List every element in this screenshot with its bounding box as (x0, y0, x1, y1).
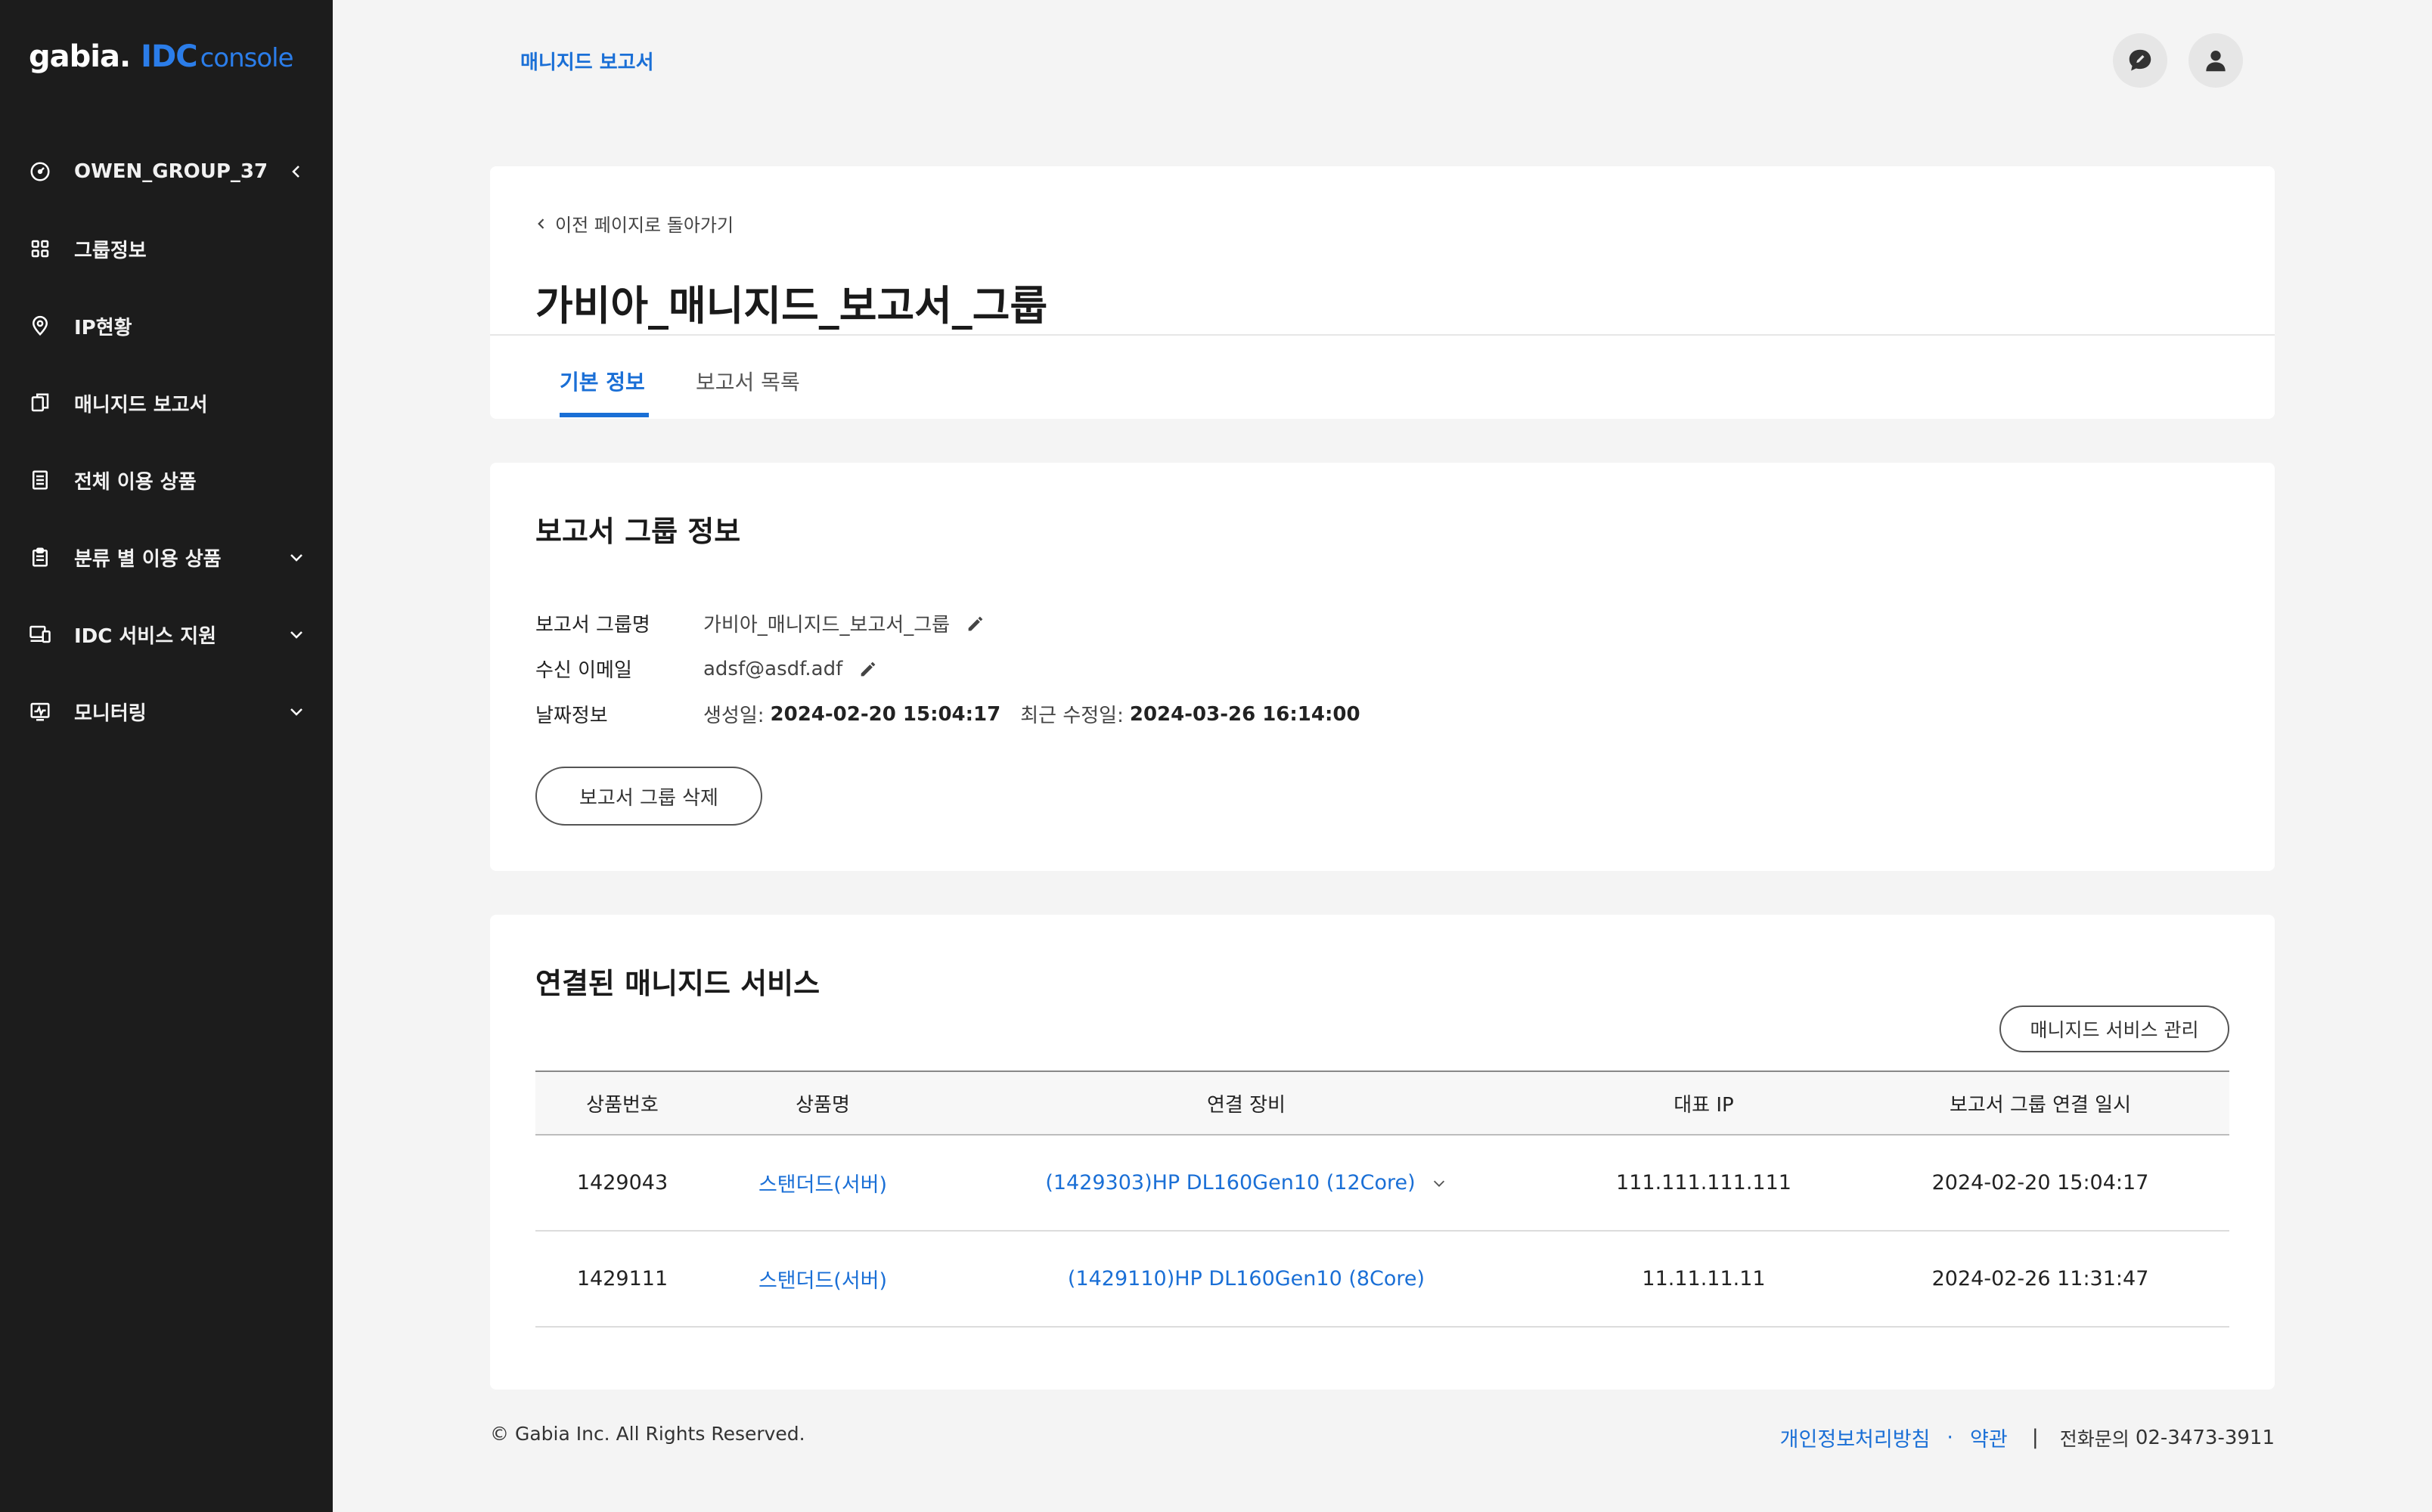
representative-ip: 111.111.111.111 (1616, 1171, 1791, 1194)
group-name-row: 보고서 그룹명 가비아_매니지드_보고서_그룹 (535, 609, 986, 637)
sidebar-item-ip-status[interactable]: IP현황 (0, 287, 333, 364)
tab-report-list[interactable]: 보고서 목록 (696, 366, 800, 396)
modified-label: 최근 수정일: (1020, 705, 1124, 727)
logo-brand: gabia. (29, 39, 131, 74)
email-row: 수신 이메일 adsf@asdf.adf (535, 655, 879, 683)
column-header: 보고서 그룹 연결 일시 (1949, 1093, 2132, 1117)
copyright: © Gabia Inc. All Rights Reserved. (490, 1423, 805, 1445)
table-row: 1429111 스탠더드(서버) (1429110)HP DL160Gen10 … (535, 1232, 2229, 1328)
topbar-title[interactable]: 매니지드 보고서 (520, 47, 654, 75)
sidebar-item-monitoring[interactable]: 모니터링 (0, 673, 333, 750)
page-title: 가비아_매니지드_보고서_그룹 (535, 282, 1048, 330)
phone-label: 전화문의 (2059, 1427, 2130, 1450)
services-table: 상품번호 상품명 연결 장비 대표 IP 보고서 그룹 연결 일시 142904… (535, 1070, 2229, 1328)
group-name-value: 가비아_매니지드_보고서_그룹 (703, 614, 951, 637)
logo-idc: IDC (141, 39, 197, 74)
chat-edit-icon (2129, 49, 2151, 71)
sidebar-item-all-products[interactable]: 전체 이용 상품 (0, 442, 333, 519)
created-value: 2024-02-20 15:04:17 (770, 702, 1001, 726)
chevron-down-icon[interactable] (287, 625, 306, 643)
grid-icon (29, 237, 51, 260)
device-link[interactable]: (1429110)HP DL160Gen10 (8Core) (1068, 1267, 1425, 1290)
dashboard-gauge-icon (29, 160, 51, 183)
list-document-icon (29, 469, 51, 491)
clipboard-icon (29, 546, 51, 569)
sidebar-item-label: 그룹정보 (74, 239, 147, 262)
phone-number: 02-3473-3911 (2135, 1426, 2275, 1449)
email-label: 수신 이메일 (535, 659, 632, 682)
sidebar-item-category-products[interactable]: 분류 별 이용 상품 (0, 519, 333, 596)
chevron-down-icon[interactable] (287, 548, 306, 566)
section-heading: 연결된 매니지드 서비스 (535, 967, 820, 1000)
tab-basic-info[interactable]: 기본 정보 (560, 366, 645, 396)
product-number: 1429111 (576, 1267, 668, 1290)
sidebar-item-label: 모니터링 (74, 702, 147, 725)
logo-console: console (200, 43, 294, 73)
sidebar-item-label: 매니지드 보고서 (74, 393, 208, 417)
column-header: 연결 장비 (1207, 1093, 1286, 1117)
sidebar-item-label: IDC 서비스 지원 (74, 624, 217, 648)
tabs-divider (490, 334, 2275, 336)
location-pin-icon (29, 314, 51, 337)
active-tab-indicator (560, 413, 649, 417)
devices-icon (29, 623, 51, 646)
sidebar-item-label: 분류 별 이용 상품 (74, 547, 222, 571)
gabia-idc-logo[interactable]: gabia. IDC console (29, 39, 294, 74)
privacy-policy-link[interactable]: 개인정보처리방침 (1780, 1423, 1931, 1452)
footer-links: 개인정보처리방침 · 약관 | 전화문의 02-3473-3911 (1780, 1423, 2275, 1452)
sidebar: gabia. IDC console OWEN_GROUP_37 그룹정보 IP… (0, 0, 333, 1512)
sidebar-item-idc-support[interactable]: IDC 서비스 지원 (0, 596, 333, 673)
sidebar-nav: OWEN_GROUP_37 그룹정보 IP현황 매니지드 보고서 전체 이용 상… (0, 133, 333, 750)
back-link[interactable]: 이전 페이지로 돌아가기 (534, 210, 734, 237)
chat-button[interactable] (2113, 33, 2167, 88)
user-icon (2206, 51, 2226, 72)
email-value: adsf@asdf.adf (703, 657, 843, 680)
monitor-chart-icon (29, 700, 51, 723)
created-label: 생성일: (703, 705, 765, 727)
delete-group-button[interactable]: 보고서 그룹 삭제 (535, 767, 762, 826)
report-group-info-card: 보고서 그룹 정보 보고서 그룹명 가비아_매니지드_보고서_그룹 수신 이메일… (490, 463, 2275, 871)
footer-dot: · (1947, 1426, 1953, 1449)
column-header: 상품번호 (586, 1093, 659, 1117)
sidebar-item-label: 전체 이용 상품 (74, 470, 197, 494)
edit-pencil-icon[interactable] (858, 658, 879, 680)
column-header: 대표 IP (1674, 1093, 1734, 1117)
column-header: 상품명 (796, 1093, 850, 1117)
sidebar-item-managed-report[interactable]: 매니지드 보고서 (0, 364, 333, 442)
sidebar-item-label: OWEN_GROUP_37 (74, 160, 268, 183)
header-card: 이전 페이지로 돌아가기 가비아_매니지드_보고서_그룹 기본 정보 보고서 목… (490, 166, 2275, 419)
device-name: (1429303)HP DL160Gen10 (12Core) (1045, 1171, 1416, 1194)
chevron-down-icon[interactable] (287, 702, 306, 720)
table-header: 상품번호 상품명 연결 장비 대표 IP 보고서 그룹 연결 일시 (535, 1072, 2229, 1136)
connected-services-card: 연결된 매니지드 서비스 매니지드 서비스 관리 상품번호 상품명 연결 장비 … (490, 915, 2275, 1390)
sidebar-item-group-select[interactable]: OWEN_GROUP_37 (0, 133, 333, 210)
edit-pencil-icon[interactable] (965, 613, 986, 634)
profile-button[interactable] (2188, 33, 2243, 88)
product-number: 1429043 (576, 1171, 668, 1194)
terms-link[interactable]: 약관 (1970, 1423, 2008, 1452)
modified-value: 2024-03-26 16:14:00 (1129, 702, 1360, 726)
table-row: 1429043 스탠더드(서버) (1429303)HP DL160Gen10 … (535, 1136, 2229, 1232)
chevron-down-icon (1433, 1180, 1444, 1187)
device-dropdown[interactable]: (1429303)HP DL160Gen10 (12Core) (1045, 1171, 1447, 1194)
footer-separator: | (2031, 1426, 2039, 1449)
back-link-label: 이전 페이지로 돌아가기 (555, 215, 734, 236)
date-label: 날짜정보 (535, 705, 608, 727)
copy-documents-icon (29, 392, 51, 414)
chevron-left-icon[interactable] (287, 163, 306, 181)
chevron-left-icon (538, 218, 544, 229)
sidebar-item-label: IP현황 (74, 316, 132, 339)
linked-datetime: 2024-02-20 15:04:17 (1931, 1171, 2149, 1194)
sidebar-item-group-info[interactable]: 그룹정보 (0, 210, 333, 287)
product-name-link[interactable]: 스탠더드(서버) (758, 1269, 887, 1293)
group-name-label: 보고서 그룹명 (535, 614, 650, 637)
manage-services-button[interactable]: 매니지드 서비스 관리 (1999, 1005, 2229, 1052)
product-name-link[interactable]: 스탠더드(서버) (758, 1173, 887, 1197)
section-heading: 보고서 그룹 정보 (535, 515, 741, 548)
representative-ip: 11.11.11.11 (1642, 1267, 1766, 1290)
date-row: 날짜정보 생성일: 2024-02-20 15:04:17 최근 수정일: 20… (535, 700, 1360, 728)
linked-datetime: 2024-02-26 11:31:47 (1931, 1267, 2149, 1290)
